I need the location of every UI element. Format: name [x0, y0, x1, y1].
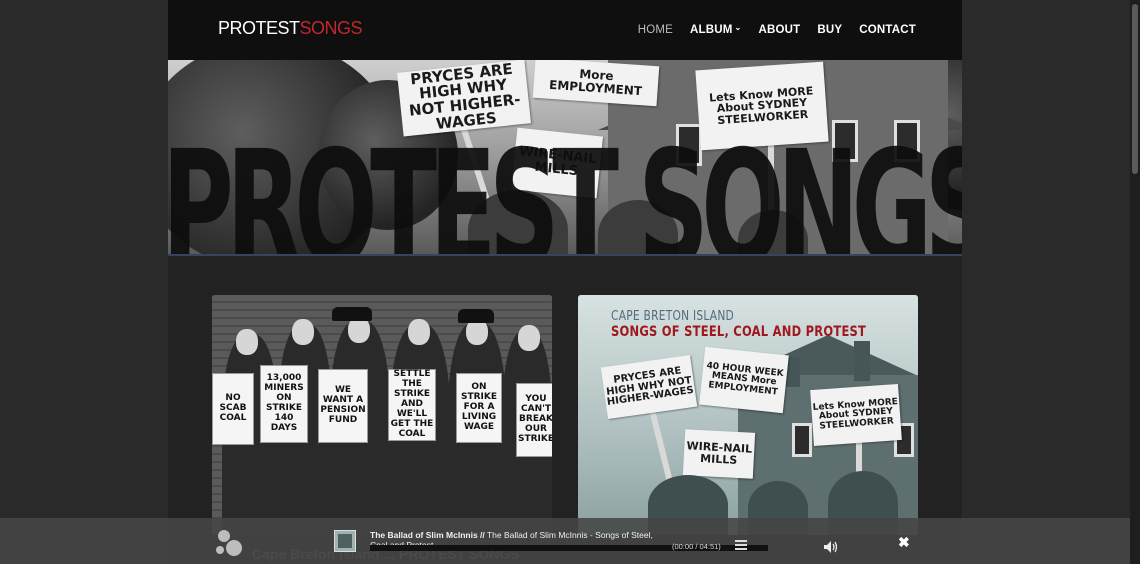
sign-text: WE WANT A PENSION FUND — [320, 385, 366, 425]
logo-text-protest: PROTEST — [218, 18, 300, 38]
nav-home[interactable]: HOME — [638, 24, 673, 36]
strike-sign: SETTLE THE STRIKE AND WE'LL GET THE COAL — [388, 369, 436, 441]
card-title-album: SONGS OF STEEL, COAL AND PROTEST — [611, 324, 867, 340]
nav-buy-label: BUY — [817, 24, 843, 36]
player-logo-icon — [216, 528, 246, 558]
site-container: PROTESTSONGS HOME ALBUM ⌄ ABOUT BUY CONTA… — [168, 0, 962, 564]
photo-face — [236, 329, 258, 355]
album-card-cape-breton[interactable]: PRYCES ARE HIGH WHY NOT HIGHER-WAGES 40 … — [578, 295, 918, 535]
sign-text: More EMPLOYMENT — [548, 67, 643, 99]
sign-text: WIRE-NAIL MILLS — [686, 439, 753, 467]
strike-sign: YOU CAN'T BREAK OUR STRIKE — [516, 383, 552, 457]
nav-album-label: ALBUM — [690, 24, 733, 36]
sign-text: NO SCAB COAL — [219, 393, 247, 423]
banner-sign-employment: More EMPLOYMENT — [532, 60, 660, 107]
album-card-strike-photo[interactable]: NO SCAB COAL 13,000 MINERS ON STRIKE 140… — [212, 295, 552, 535]
nav-home-label: HOME — [637, 24, 674, 36]
playlist-icon[interactable] — [735, 540, 747, 550]
scrollbar[interactable] — [1130, 0, 1140, 564]
track-title-main: The Ballad of Slim McInnis // — [370, 530, 485, 540]
chevron-down-icon: ⌄ — [734, 22, 742, 32]
logo-text-songs: SONGS — [299, 18, 363, 38]
hero-banner: PRYCES ARE HIGH WHY NOT HIGHER-WAGES Mor… — [168, 60, 962, 256]
sign-text: 40 HOUR WEEK MEANS More EMPLOYMENT — [706, 360, 785, 398]
card-chimney — [854, 341, 870, 381]
sign-text: 13,000 MINERS ON STRIKE 140 DAYS — [264, 373, 304, 433]
banner-title: PROTEST SONGS — [168, 117, 962, 256]
nav-contact[interactable]: CONTACT — [859, 24, 916, 36]
card-sign-steelworker: Lets Know MORE About SYDNEY STEELWORKER — [810, 383, 902, 447]
card-sign-40-hour: 40 HOUR WEEK MEANS More EMPLOYMENT — [699, 346, 789, 414]
sign-text: Lets Know MORE About SYDNEY STEELWORKER — [812, 396, 899, 432]
card-sign-wire-nail: WIRE-NAIL MILLS — [682, 429, 756, 479]
strike-sign: WE WANT A PENSION FUND — [318, 369, 368, 443]
strike-sign: NO SCAB COAL — [212, 373, 254, 445]
site-header: PROTESTSONGS HOME ALBUM ⌄ ABOUT BUY CONTA… — [168, 0, 962, 60]
close-icon[interactable]: ✖ — [898, 534, 910, 551]
track-time: (00:00 / 04:51) — [672, 542, 721, 551]
volume-icon[interactable] — [824, 540, 838, 553]
photo-face — [292, 319, 314, 345]
card-title-island: CAPE BRETON ISLAND — [611, 309, 735, 324]
site-logo[interactable]: PROTESTSONGS — [218, 18, 363, 39]
scrollbar-thumb[interactable] — [1132, 4, 1138, 174]
sign-text: YOU CAN'T BREAK OUR STRIKE — [517, 394, 552, 444]
audio-player-bar: Cape Breton Island ... PROTEST SONGS The… — [0, 518, 1130, 564]
sign-text: PRYCES ARE HIGH WHY NOT HIGHER-WAGES — [605, 365, 695, 409]
card-window — [792, 423, 812, 457]
photo-hat — [332, 307, 372, 321]
photo-face — [408, 319, 430, 345]
strike-sign: 13,000 MINERS ON STRIKE 140 DAYS — [260, 365, 308, 443]
sign-text: ON STRIKE FOR A LIVING WAGE — [460, 382, 498, 432]
nav-album[interactable]: ALBUM ⌄ — [690, 22, 742, 37]
nav-about-label: ABOUT — [758, 24, 801, 36]
photo-hat — [458, 309, 494, 323]
sign-text: SETTLE THE STRIKE AND WE'LL GET THE COAL — [390, 369, 434, 439]
strike-sign: ON STRIKE FOR A LIVING WAGE — [456, 373, 502, 443]
main-nav: HOME ALBUM ⌄ ABOUT BUY CONTACT — [638, 22, 916, 37]
nav-buy[interactable]: BUY — [817, 24, 842, 36]
track-thumbnail — [334, 530, 356, 552]
nav-contact-label: CONTACT — [859, 24, 916, 36]
photo-face — [518, 325, 540, 351]
nav-about[interactable]: ABOUT — [758, 24, 800, 36]
